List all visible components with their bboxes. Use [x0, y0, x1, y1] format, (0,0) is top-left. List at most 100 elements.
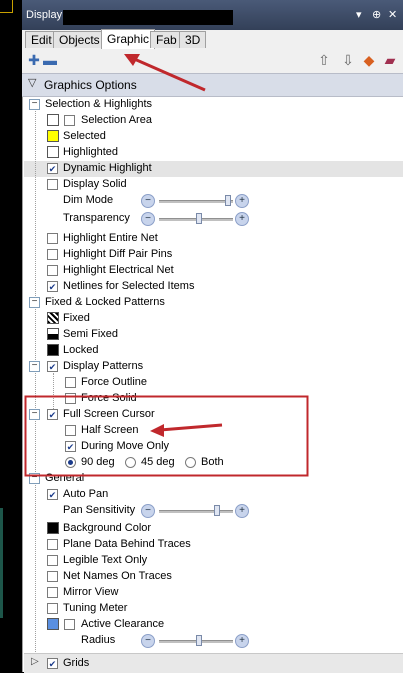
label-display-solid: Display Solid — [63, 178, 127, 190]
minus-icon[interactable]: − — [141, 504, 155, 518]
label-both: Both — [201, 456, 224, 468]
minus-icon[interactable]: − — [141, 194, 155, 208]
color-icon[interactable]: ◆ — [361, 52, 377, 68]
label-selection-area: Selection Area — [81, 114, 152, 126]
slider-thumb[interactable] — [196, 635, 202, 646]
slider-thumb[interactable] — [225, 195, 231, 206]
group-fixed-locked: Fixed & Locked Patterns — [45, 296, 165, 308]
dim-mode-slider[interactable]: − + — [141, 194, 249, 208]
collapse-toggle[interactable]: − — [29, 473, 40, 484]
tree-line — [53, 373, 54, 413]
label-90-deg: 90 deg — [81, 456, 115, 468]
pattern-locked[interactable] — [47, 344, 59, 356]
transparency-slider[interactable]: − + — [141, 212, 249, 226]
color-swatch-clearance[interactable] — [47, 618, 59, 630]
checkbox-force-outline[interactable] — [65, 377, 76, 388]
collapse-toggle[interactable]: − — [29, 99, 40, 110]
tab-3d[interactable]: 3D — [179, 31, 207, 48]
tab-objects[interactable]: Objects — [53, 31, 106, 48]
graphics-options-header[interactable]: ▽ Graphics Options — [22, 73, 403, 97]
collapse-toggle[interactable]: − — [29, 361, 40, 372]
color-swatch-selected[interactable] — [47, 130, 59, 142]
checkbox-during-move-only[interactable]: ✔ — [65, 441, 76, 452]
dropdown-icon[interactable]: ▾ — [356, 8, 362, 21]
label-net-names: Net Names On Traces — [63, 570, 172, 582]
checkbox-plane-data[interactable] — [47, 539, 58, 550]
checkbox-active-clearance[interactable] — [64, 619, 75, 630]
plus-icon[interactable]: + — [235, 194, 249, 208]
slider-thumb[interactable] — [196, 213, 202, 224]
checkbox-display-solid[interactable] — [47, 179, 58, 190]
book-icon[interactable]: ▰ — [382, 52, 398, 68]
tree-line — [35, 109, 36, 664]
toolbar: ✚ ▬ ⇧ ⇩ ◆ ▰ — [22, 49, 403, 71]
radio-90-deg[interactable] — [65, 457, 76, 468]
plus-icon[interactable]: + — [235, 634, 249, 648]
color-swatch-selection-area[interactable] — [47, 114, 59, 126]
checkbox-half-screen[interactable] — [65, 425, 76, 436]
expand-all-icon[interactable]: ✚ — [26, 52, 42, 68]
group-general: General — [45, 472, 85, 484]
checkbox-display-patterns[interactable]: ✔ — [47, 361, 58, 372]
label-force-solid: Force Solid — [81, 392, 137, 404]
checkbox-tuning-meter[interactable] — [47, 603, 58, 614]
radio-both[interactable] — [185, 457, 196, 468]
collapse-toggle[interactable]: − — [29, 297, 40, 308]
pan-sensitivity-slider[interactable]: − + — [141, 504, 249, 518]
close-icon[interactable]: ✕ — [388, 8, 397, 21]
pin-icon[interactable]: ⊕ — [372, 8, 381, 21]
title-bar: Display ▾ ⊕ ✕ — [22, 0, 403, 30]
tab-graphic[interactable]: Graphic — [101, 29, 156, 49]
checkbox-full-screen-cursor[interactable]: ✔ — [47, 409, 58, 420]
checkbox-highlight-entire-net[interactable] — [47, 233, 58, 244]
color-swatch-highlighted[interactable] — [47, 146, 59, 158]
label-dim-mode: Dim Mode — [63, 194, 114, 206]
collapse-toggle[interactable]: − — [29, 409, 40, 420]
checkbox-mirror-view[interactable] — [47, 587, 58, 598]
label-active-clearance: Active Clearance — [81, 618, 165, 630]
checkbox-dynamic-highlight[interactable]: ✔ — [47, 163, 58, 174]
checkbox-selection-area[interactable] — [64, 115, 75, 126]
label-radius: Radius — [81, 634, 116, 646]
plus-icon[interactable]: + — [235, 504, 249, 518]
pattern-semi-fixed[interactable] — [47, 328, 59, 340]
move-down-icon[interactable]: ⇩ — [340, 52, 356, 68]
collapse-all-icon[interactable]: ▬ — [42, 52, 58, 68]
label-tuning-meter: Tuning Meter — [63, 602, 128, 614]
label-highlight-entire-net: Highlight Entire Net — [63, 232, 158, 244]
checkbox-force-solid[interactable] — [65, 393, 76, 404]
label-auto-pan: Auto Pan — [63, 488, 109, 500]
options-tree: − Selection & Highlights Selection Area … — [22, 97, 403, 673]
checkbox-legible-text[interactable] — [47, 555, 58, 566]
background-canvas — [0, 0, 22, 672]
checkbox-netlines-selected[interactable]: ✔ — [47, 281, 58, 292]
checkbox-auto-pan[interactable]: ✔ — [47, 489, 58, 500]
label-during-move-only: During Move Only — [81, 440, 170, 452]
plus-icon[interactable]: + — [235, 212, 249, 226]
checkbox-highlight-electrical-net[interactable] — [47, 265, 58, 276]
display-panel: Display ▾ ⊕ ✕ Edit Objects Graphic Fab 3… — [22, 0, 403, 673]
label-pan-sensitivity: Pan Sensitivity — [63, 504, 136, 516]
label-semi-fixed: Semi Fixed — [63, 328, 119, 340]
tab-fab[interactable]: Fab — [150, 31, 183, 48]
minus-icon[interactable]: − — [141, 634, 155, 648]
move-up-icon[interactable]: ⇧ — [316, 52, 332, 68]
checkbox-grids[interactable]: ✔ — [47, 658, 58, 669]
checkbox-net-names[interactable] — [47, 571, 58, 582]
label-full-screen-cursor: Full Screen Cursor — [63, 408, 155, 420]
minus-icon[interactable]: − — [141, 212, 155, 226]
radio-45-deg[interactable] — [125, 457, 136, 468]
checkbox-highlight-diff-pair-pins[interactable] — [47, 249, 58, 260]
redacted-title-bar — [63, 10, 233, 25]
expand-arrow-icon[interactable]: ▷ — [31, 656, 39, 667]
slider-thumb[interactable] — [214, 505, 220, 516]
label-plane-data: Plane Data Behind Traces — [63, 538, 191, 550]
label-selected: Selected — [63, 130, 106, 142]
label-highlight-diff-pair-pins: Highlight Diff Pair Pins — [63, 248, 173, 260]
label-background-color: Background Color — [63, 522, 152, 534]
radius-slider[interactable]: − + — [141, 634, 249, 648]
pattern-fixed[interactable] — [47, 312, 59, 324]
color-swatch-background[interactable] — [47, 522, 59, 534]
label-transparency: Transparency — [63, 212, 130, 224]
collapse-arrow-icon[interactable]: ▽ — [28, 76, 36, 89]
